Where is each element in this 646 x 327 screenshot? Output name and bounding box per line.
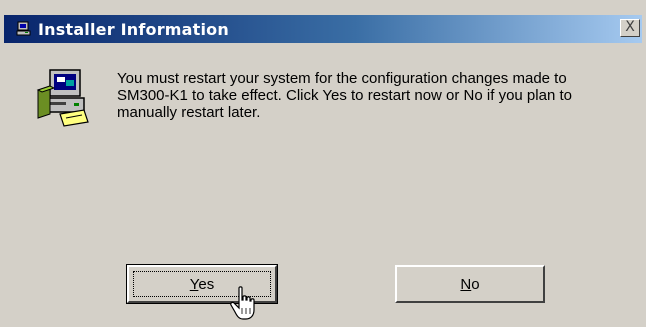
installer-dialog: Installer Information X You must restart…: [0, 0, 646, 327]
close-button[interactable]: X: [620, 19, 640, 37]
installer-icon: [16, 21, 31, 36]
installer-computer-icon: [36, 69, 89, 127]
no-button-label: No: [460, 275, 480, 293]
no-button[interactable]: No: [395, 265, 545, 303]
hand-pointer-icon: [230, 286, 255, 320]
dialog-title: Installer Information: [38, 20, 229, 39]
dialog-message: You must restart your system for the con…: [117, 70, 572, 121]
title-bar[interactable]: Installer Information X: [4, 15, 642, 43]
yes-button-label: Yes: [189, 275, 215, 293]
